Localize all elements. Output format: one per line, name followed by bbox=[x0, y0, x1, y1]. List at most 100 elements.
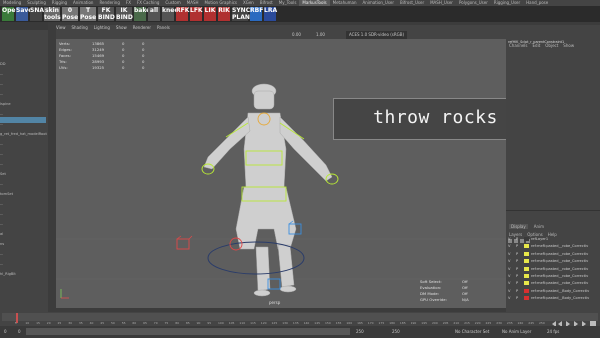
playback-controls[interactable] bbox=[550, 313, 598, 327]
shelf-button[interactable]: bake bbox=[134, 7, 150, 21]
visibility-toggle[interactable]: V bbox=[508, 280, 516, 287]
visibility-toggle[interactable]: V bbox=[508, 288, 516, 295]
layer-color-swatch[interactable] bbox=[524, 296, 529, 301]
layer-color-swatch[interactable] bbox=[524, 259, 529, 264]
visibility-toggle[interactable]: V bbox=[508, 258, 516, 265]
shelf-button[interactable]: RFK bbox=[176, 7, 189, 21]
visibility-toggle[interactable]: V bbox=[508, 295, 516, 302]
shelf-button[interactable]: T Pose bbox=[80, 7, 96, 21]
shelf-button[interactable]: Save bbox=[16, 7, 32, 21]
outliner-item[interactable]: Set bbox=[0, 172, 6, 176]
outliner-item[interactable]: ... bbox=[0, 202, 3, 206]
outliner-item[interactable]: ... bbox=[0, 142, 3, 146]
layer-color-swatch[interactable] bbox=[524, 274, 529, 278]
visibility-toggle[interactable]: V bbox=[508, 266, 516, 273]
playback-toggle[interactable]: P bbox=[516, 280, 524, 287]
visibility-toggle[interactable]: V bbox=[508, 251, 516, 258]
timeline[interactable]: 5 10 15 20 25 30 35 40 45 50 55 60 65 70 75 80 85 90 95 100… bbox=[0, 312, 600, 327]
display-layer-row[interactable]: V Pref:meR:pasted__robe_Correctiv bbox=[508, 258, 600, 265]
fps-dropdown[interactable]: 24 fps bbox=[547, 329, 559, 334]
range-end-field[interactable]: 250 bbox=[392, 329, 400, 334]
outliner-item[interactable]: al bbox=[0, 232, 3, 236]
shelf-button[interactable]: IK BIND bbox=[116, 7, 133, 21]
shelf-button[interactable]: RIK bbox=[218, 7, 230, 21]
outliner-item[interactable]: g_ret_fred_hat_modelRoot bbox=[0, 132, 47, 136]
playback-toggle[interactable]: P bbox=[516, 236, 524, 243]
display-layer-row[interactable]: V Pref:meR:pasted__Body_Correctiv bbox=[508, 288, 600, 295]
viewport-menu-item[interactable]: Panels bbox=[157, 25, 170, 30]
display-layer-row[interactable]: V Pref:meR:pasted__robe_Correctiv bbox=[508, 266, 600, 273]
outliner-item[interactable]: hl_RigBlt bbox=[0, 272, 16, 276]
viewport-menu-item[interactable]: Renderer bbox=[133, 25, 151, 30]
ik-control-cube-right[interactable] bbox=[286, 219, 306, 239]
outliner-item[interactable]: ... bbox=[0, 152, 3, 156]
range-inner-end-field[interactable]: 250 bbox=[356, 329, 364, 334]
visibility-toggle[interactable]: V bbox=[508, 243, 516, 250]
layer-color-swatch[interactable] bbox=[524, 244, 529, 249]
shelf-button[interactable]: FK BIND bbox=[98, 7, 115, 21]
outliner-item[interactable]: ... bbox=[0, 162, 3, 166]
layer-color-swatch[interactable] bbox=[524, 281, 529, 286]
visibility-toggle[interactable]: V bbox=[508, 273, 516, 280]
shelf-button[interactable]: LRA bbox=[264, 7, 277, 21]
playback-toggle[interactable]: P bbox=[516, 258, 524, 265]
toolbar-icons[interactable] bbox=[60, 32, 260, 46]
display-layer-row[interactable]: V Pref:meR:pasted__Body_Correctiv bbox=[508, 295, 600, 302]
shelf-button[interactable]: RBF bbox=[250, 7, 263, 21]
shelf-button[interactable]: 0 Pose bbox=[62, 7, 78, 21]
timeline-track[interactable] bbox=[2, 313, 598, 321]
playback-toggle[interactable]: P bbox=[516, 243, 524, 250]
outliner-item[interactable]: ... bbox=[0, 222, 3, 226]
exposure-field[interactable]: 0.00 bbox=[292, 31, 301, 39]
viewport-menu-item[interactable]: Shading bbox=[72, 25, 88, 30]
display-layer-row[interactable]: V Pref:meR:pasted__robe_Correctiv bbox=[508, 273, 600, 280]
outliner-item[interactable]: tomSet bbox=[0, 192, 13, 196]
viewport-menu-item[interactable]: Show bbox=[116, 25, 127, 30]
selected-node-name[interactable]: refHIK_Sclpt_r_parentConstraint1 bbox=[508, 40, 598, 46]
outliner-item[interactable]: ... bbox=[0, 82, 3, 86]
color-space-dropdown[interactable]: ACES 1.0 SDR-video (sRGB) bbox=[346, 31, 408, 39]
shelf-button[interactable]: SYNC PLANE bbox=[232, 7, 254, 21]
shelf-button[interactable]: all bbox=[148, 7, 160, 21]
outliner-item[interactable]: DD bbox=[0, 62, 6, 66]
ik-control-cube-mid[interactable] bbox=[226, 234, 246, 254]
outliner-item[interactable]: ... bbox=[0, 212, 3, 216]
character-set-dropdown[interactable]: No Character Set bbox=[455, 329, 489, 334]
outliner-item[interactable]: ... bbox=[0, 262, 3, 266]
layer-color-swatch[interactable] bbox=[524, 237, 529, 241]
viewport-menu-item[interactable]: Lighting bbox=[94, 25, 110, 30]
viewport-menu-item[interactable]: View bbox=[56, 25, 66, 30]
outliner-selected-row[interactable] bbox=[0, 117, 46, 123]
display-layer-row[interactable]: V Pref:meR:pasted__robe_Correctiv bbox=[508, 251, 600, 258]
ground-ring[interactable] bbox=[201, 234, 311, 284]
shelf-button[interactable]: knee bbox=[162, 7, 178, 21]
outliner-item[interactable]: ... bbox=[0, 252, 3, 256]
visibility-toggle[interactable]: V bbox=[508, 236, 516, 243]
outliner-item[interactable]: ... bbox=[0, 112, 3, 116]
range-start-field[interactable]: 0 bbox=[4, 329, 7, 334]
gamma-field[interactable]: 1.00 bbox=[316, 31, 325, 39]
playback-toggle[interactable]: P bbox=[516, 251, 524, 258]
display-layer-row[interactable]: V Pref:meR:pasted__robe_Correctiv bbox=[508, 243, 600, 250]
layer-color-swatch[interactable] bbox=[524, 251, 529, 256]
outliner-item[interactable]: ns bbox=[0, 242, 4, 246]
playback-toggle[interactable]: P bbox=[516, 295, 524, 302]
display-layer-row[interactable]: V PrefLayer1 bbox=[508, 236, 600, 243]
range-inner-start-field[interactable]: 0 bbox=[18, 329, 21, 334]
shelf-button[interactable]: Open bbox=[2, 7, 20, 21]
outliner-item[interactable]: ... bbox=[0, 182, 3, 186]
playback-toggle[interactable]: P bbox=[516, 266, 524, 273]
outliner-item[interactable]: lspine bbox=[0, 102, 11, 106]
range-slider[interactable] bbox=[26, 328, 350, 335]
display-layer-row[interactable]: V Pref:meR:pasted__robe_Correctiv bbox=[508, 280, 600, 287]
anim-layer-dropdown[interactable]: No Anim Layer bbox=[502, 329, 531, 334]
viewport-3d[interactable]: Verts: 13865 0 0 Edges: 31249 0 0 Faces: 15469 0 0 T… bbox=[56, 39, 506, 308]
layer-color-swatch[interactable] bbox=[524, 266, 529, 271]
shelf-button[interactable]: SNAP bbox=[30, 7, 48, 21]
ik-control-cube-left[interactable] bbox=[174, 234, 194, 254]
shelf-button[interactable]: skin tools bbox=[44, 7, 61, 21]
outliner-item[interactable]: ... bbox=[0, 122, 3, 126]
playback-toggle[interactable]: P bbox=[516, 273, 524, 280]
outliner-item[interactable]: ... bbox=[0, 72, 3, 76]
layer-color-swatch[interactable] bbox=[524, 288, 529, 293]
